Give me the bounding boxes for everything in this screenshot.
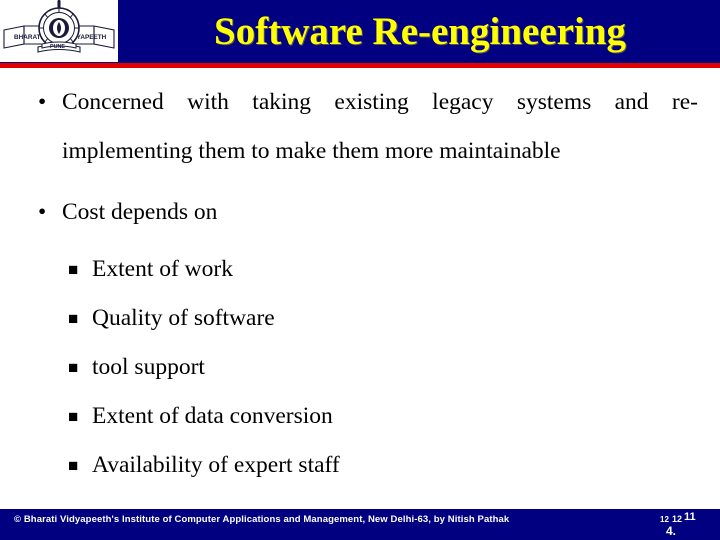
sub-bullet-item-4: ■ Extent of data conversion [0,392,720,441]
square-bullet-icon: ■ [68,456,79,475]
slide-number-part-c: 11 [684,511,696,523]
slide-number: 12 12 11 4. [654,511,710,538]
sub-bullet-text: tool support [92,354,205,380]
sub-bullet-item-2: ■ Quality of software [0,294,720,343]
sub-bullet-text: Quality of software [92,305,275,331]
square-bullet-icon: ■ [68,260,79,279]
square-bullet-icon: ■ [68,358,79,377]
bullet-marker-icon: • [38,89,47,115]
sub-bullet-item-1: ■ Extent of work [0,245,720,294]
bullet-text: Cost depends on [62,199,218,225]
sub-bullet-item-5: ■ Availability of expert staff [0,441,720,490]
bullet-text: Concerned with taking existing legacy sy… [62,89,698,164]
slide-number-part-b: 12 [672,514,683,524]
square-bullet-icon: ■ [68,407,79,426]
bullet-marker-icon: • [38,199,47,225]
svg-text:BHARATI: BHARATI [14,34,43,41]
header-red-rule [0,63,720,68]
footer-copyright-text: © Bharati Vidyapeeth's Institute of Comp… [14,514,510,525]
institute-logo: BHARATI VIDYAPEETH PUNE [0,0,118,62]
slide-title: Software Re-engineering [214,9,626,53]
sub-bullet-text: Extent of work [92,256,233,282]
slide-number-part-a: 12 [660,515,669,524]
bullet-item-2: • Cost depends on [0,188,720,237]
svg-text:PUNE: PUNE [50,44,65,50]
bullet-item-1: • Concerned with taking existing legacy … [0,78,720,176]
square-bullet-icon: ■ [68,309,79,328]
sub-bullet-text: Availability of expert staff [92,452,340,478]
sub-bullet-text: Extent of data conversion [92,403,333,429]
bharati-vidyapeeth-emblem-icon: BHARATI VIDYAPEETH PUNE [0,0,118,62]
sub-bullet-item-3: ■ tool support [0,343,720,392]
slide-body: • Concerned with taking existing legacy … [0,78,720,503]
slide-number-part-d: 4. [666,524,677,538]
